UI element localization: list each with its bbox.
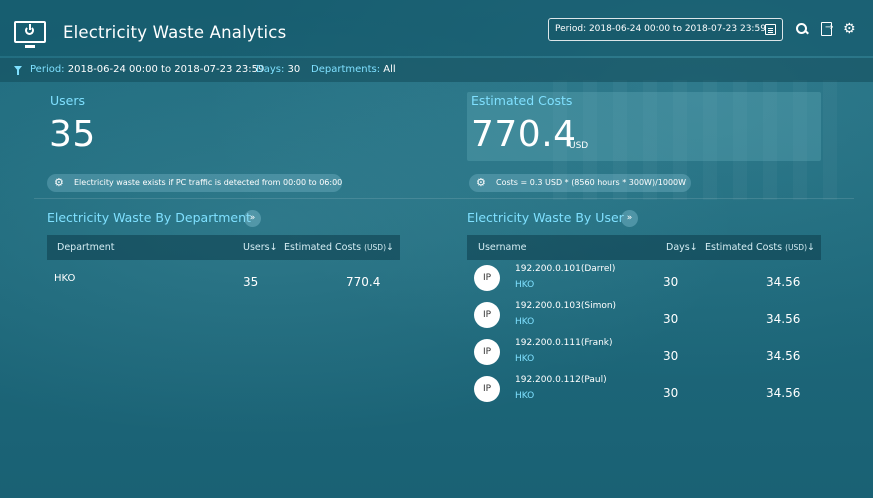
divider xyxy=(34,198,854,199)
col-user-est-costs-unit: (USD) xyxy=(785,243,808,252)
gear-icon: ⚙ xyxy=(54,176,64,189)
avatar: IP xyxy=(474,302,500,328)
users-kpi-note-text: Electricity waste exists if PC traffic i… xyxy=(74,178,343,187)
user-name[interactable]: 192.200.0.112(Paul) xyxy=(515,375,607,385)
period-picker-text: Period: 2018-06-24 00:00 to 2018-07-23 2… xyxy=(555,24,766,34)
avatar: IP xyxy=(474,265,500,291)
user-days: 30 xyxy=(663,275,679,289)
col-users[interactable]: Users↓ xyxy=(243,235,278,260)
filter-departments-value: All xyxy=(383,64,396,75)
filter-bar: Period: 2018-06-24 00:00 to 2018-07-23 2… xyxy=(0,58,873,82)
export-icon[interactable] xyxy=(820,22,834,36)
cost-kpi-title: Estimated Costs xyxy=(471,93,573,108)
users-kpi-value: 35 xyxy=(49,114,96,155)
filter-departments-label: Departments: xyxy=(311,64,381,75)
col-est-costs-sort: ↓ xyxy=(386,242,394,253)
gear-icon[interactable]: ⚙ xyxy=(843,22,857,36)
dept-expand-button[interactable]: » xyxy=(244,210,261,227)
user-costs: 34.56 xyxy=(766,349,801,363)
filter-days: Days: 30 xyxy=(256,58,300,82)
calendar-icon[interactable] xyxy=(765,24,776,35)
user-name[interactable]: 192.200.0.101(Darrel) xyxy=(515,264,615,274)
user-section-title: Electricity Waste By User xyxy=(467,210,624,225)
users-kpi-title: Users xyxy=(50,93,86,108)
filter-icon xyxy=(14,66,22,75)
search-icon[interactable] xyxy=(795,22,809,36)
col-user-est-costs-sort: ↓ xyxy=(807,242,815,253)
user-dept[interactable]: HKO xyxy=(515,280,534,290)
dept-table-header: Department Users↓ Estimated Costs (USD)↓ xyxy=(47,235,400,260)
dept-users: 35 xyxy=(243,275,259,289)
col-est-costs-label: Estimated Costs xyxy=(284,242,362,253)
app-title: Electricity Waste Analytics xyxy=(63,23,287,42)
user-dept[interactable]: HKO xyxy=(515,354,534,364)
filter-days-label: Days: xyxy=(256,64,285,75)
cost-kpi-unit: USD xyxy=(569,141,589,151)
user-days: 30 xyxy=(663,349,679,363)
user-table-header: Username Days↓ Estimated Costs (USD)↓ xyxy=(467,235,821,260)
user-costs: 34.56 xyxy=(766,312,801,326)
user-costs: 34.56 xyxy=(766,386,801,400)
user-dept[interactable]: HKO xyxy=(515,317,534,327)
col-user-est-costs[interactable]: Estimated Costs (USD)↓ xyxy=(705,235,815,260)
gear-icon: ⚙ xyxy=(476,176,486,189)
user-days: 30 xyxy=(663,312,679,326)
filter-departments: Departments: All xyxy=(311,58,396,82)
filter-period-value: 2018-06-24 00:00 to 2018-07-23 23:59 xyxy=(67,64,265,75)
user-days: 30 xyxy=(663,386,679,400)
users-kpi-note: ⚙ Electricity waste exists if PC traffic… xyxy=(47,174,342,192)
filter-days-value: 30 xyxy=(287,64,301,75)
avatar: IP xyxy=(474,339,500,365)
period-picker[interactable]: Period: 2018-06-24 00:00 to 2018-07-23 2… xyxy=(548,18,783,41)
dept-name: HKO xyxy=(54,273,76,284)
dept-section-title: Electricity Waste By Department xyxy=(47,210,251,225)
app-header: Electricity Waste Analytics Period: 2018… xyxy=(0,0,873,56)
dept-costs: 770.4 xyxy=(346,275,381,289)
user-costs: 34.56 xyxy=(766,275,801,289)
user-dept[interactable]: HKO xyxy=(515,391,534,401)
filter-period: Period: 2018-06-24 00:00 to 2018-07-23 2… xyxy=(30,58,264,82)
avatar: IP xyxy=(474,376,500,402)
col-user-est-costs-label: Estimated Costs xyxy=(705,242,783,253)
col-department[interactable]: Department xyxy=(57,235,115,260)
cost-kpi-note: ⚙ Costs = 0.3 USD * (8560 hours * 300W)/… xyxy=(469,174,691,192)
cost-kpi-note-text: Costs = 0.3 USD * (8560 hours * 300W)/10… xyxy=(496,178,687,187)
cost-kpi-value: 770.4 xyxy=(471,114,577,155)
monitor-power-icon xyxy=(14,21,46,48)
user-name[interactable]: 192.200.0.103(Simon) xyxy=(515,301,616,311)
col-username[interactable]: Username xyxy=(478,235,526,260)
col-est-costs-unit: (USD) xyxy=(364,243,387,252)
col-days[interactable]: Days↓ xyxy=(666,235,698,260)
filter-period-label: Period: xyxy=(30,64,65,75)
user-expand-button[interactable]: » xyxy=(621,210,638,227)
user-name[interactable]: 192.200.0.111(Frank) xyxy=(515,338,613,348)
col-est-costs[interactable]: Estimated Costs (USD)↓ xyxy=(284,235,394,260)
